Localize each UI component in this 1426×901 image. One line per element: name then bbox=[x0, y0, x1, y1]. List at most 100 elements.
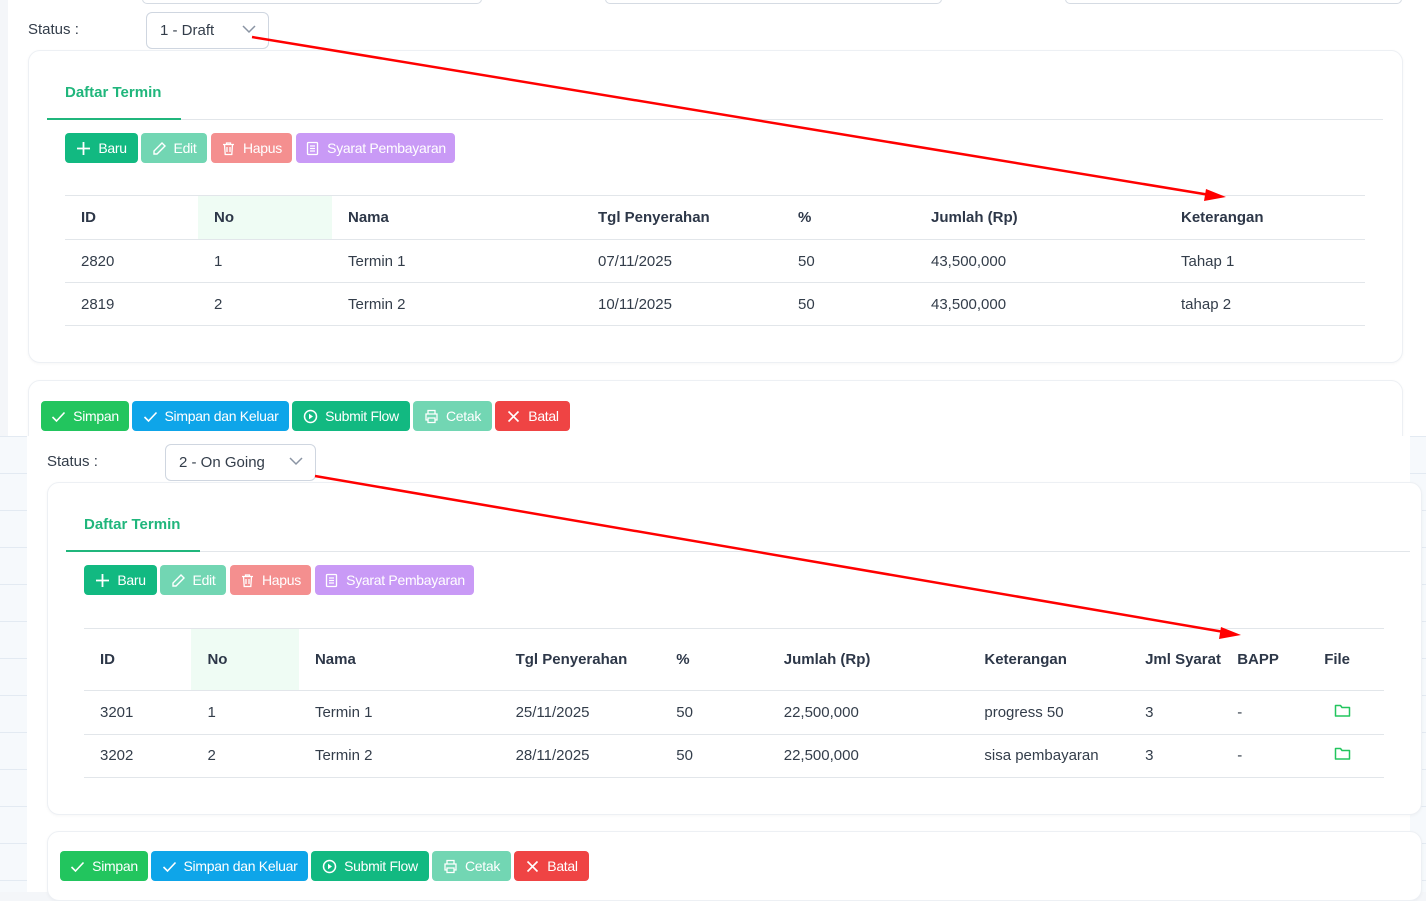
tab-daftar-termin[interactable]: Daftar Termin bbox=[65, 84, 161, 101]
file-cell bbox=[1308, 690, 1384, 735]
edit-button[interactable]: Edit bbox=[160, 565, 226, 595]
baru-button[interactable]: Baru bbox=[84, 565, 157, 595]
table-cell: Termin 2 bbox=[332, 282, 582, 326]
folder-icon[interactable] bbox=[1334, 746, 1351, 761]
trash-icon bbox=[223, 141, 234, 155]
termin-table: ID No Nama Tgl Penyerahan% Jumlah (Rp) Ketera… bbox=[84, 628, 1384, 778]
button-label: Submit Flow bbox=[344, 858, 418, 874]
hapus-button[interactable]: Hapus bbox=[211, 133, 292, 163]
table-row[interactable]: 2820 1 Termin 1 07/11/2025 50 43,500,000 Tahap… bbox=[65, 239, 1365, 283]
cetak-button[interactable]: Cetak bbox=[432, 851, 511, 881]
batal-button[interactable]: Batal bbox=[495, 401, 570, 431]
button-label: Syarat Pembayaran bbox=[346, 572, 465, 588]
hapus-button[interactable]: Hapus bbox=[230, 565, 311, 595]
table-header-row: ID No Nama Tgl Penyerahan% Jumlah (Rp) Ketera… bbox=[84, 628, 1384, 691]
column-header[interactable]: % bbox=[660, 628, 768, 691]
table-cell: sisa pembayaran bbox=[968, 734, 1130, 778]
column-header[interactable]: Jumlah (Rp) bbox=[767, 628, 969, 691]
status-value: 2 - On Going bbox=[179, 454, 265, 471]
check-icon bbox=[143, 411, 157, 422]
syarat-pembayaran-button[interactable]: Syarat Pembayaran bbox=[315, 565, 474, 595]
column-header[interactable]: Nama bbox=[298, 628, 500, 691]
close-icon bbox=[527, 860, 539, 872]
table-cell: 50 bbox=[660, 690, 768, 735]
plus-icon bbox=[96, 573, 110, 587]
edit-button[interactable]: Edit bbox=[141, 133, 207, 163]
column-header[interactable]: % bbox=[782, 195, 915, 240]
batal-button[interactable]: Batal bbox=[514, 851, 589, 881]
column-header[interactable]: No bbox=[191, 628, 299, 691]
button-label: Simpan bbox=[92, 858, 138, 874]
folder-icon[interactable] bbox=[1334, 703, 1351, 718]
input-field[interactable] bbox=[1065, 0, 1402, 4]
table-header-row: ID No Nama Tgl Penyerahan% Jumlah (Rp) Ketera… bbox=[65, 195, 1365, 240]
table-cell: 22,500,000 bbox=[767, 690, 969, 735]
table-cell: 50 bbox=[782, 239, 915, 283]
button-label: Cetak bbox=[445, 408, 482, 424]
baru-button[interactable]: Baru bbox=[65, 133, 138, 163]
submit-flow-button[interactable]: Submit Flow bbox=[311, 851, 429, 881]
status-select[interactable]: 2 - On Going bbox=[165, 444, 316, 481]
table-row[interactable]: 3201 1 Termin 1 25/11/2025 50 22,500,000 progr… bbox=[84, 690, 1384, 735]
button-label: Submit Flow bbox=[325, 408, 399, 424]
chevron-down-icon bbox=[289, 457, 303, 466]
table-cell: 1 bbox=[198, 239, 332, 283]
input-field[interactable] bbox=[605, 0, 942, 4]
table-row[interactable]: 3202 2 Termin 2 28/11/2025 50 22,500,000 sisa … bbox=[84, 734, 1384, 778]
column-header[interactable]: Jumlah (Rp) bbox=[915, 195, 1165, 240]
submit-flow-button[interactable]: Submit Flow bbox=[292, 401, 410, 431]
button-label: Edit bbox=[173, 140, 197, 156]
tab-active-indicator bbox=[66, 550, 200, 552]
document-icon bbox=[307, 141, 319, 155]
trash-icon bbox=[242, 573, 253, 587]
column-header[interactable]: Keterangan bbox=[968, 628, 1130, 691]
table-cell: 25/11/2025 bbox=[499, 690, 661, 735]
table-cell: 2820 bbox=[65, 239, 198, 283]
cetak-button[interactable]: Cetak bbox=[413, 401, 492, 431]
column-header[interactable]: No bbox=[198, 195, 332, 240]
column-header[interactable]: File bbox=[1308, 628, 1384, 691]
table-cell: 3201 bbox=[84, 690, 192, 735]
table-cell: Termin 2 bbox=[298, 734, 500, 778]
check-icon bbox=[71, 861, 85, 872]
printer-icon bbox=[444, 859, 457, 873]
status-value: 1 - Draft bbox=[160, 22, 215, 39]
table-cell: 43,500,000 bbox=[915, 282, 1165, 326]
play-circle-icon bbox=[303, 409, 318, 423]
column-header[interactable]: Tgl Penyerahan bbox=[582, 195, 782, 240]
column-header[interactable]: BAPP bbox=[1221, 628, 1309, 691]
column-header[interactable]: Keterangan bbox=[1165, 195, 1365, 240]
button-label: Hapus bbox=[243, 140, 282, 156]
column-header[interactable]: Jml Syarat bbox=[1129, 628, 1222, 691]
column-header[interactable]: ID bbox=[84, 628, 192, 691]
check-icon bbox=[162, 861, 176, 872]
simpan-dan-keluar-button[interactable]: Simpan dan Keluar bbox=[151, 851, 308, 881]
table-cell: progress 50 bbox=[968, 690, 1130, 735]
simpan-button[interactable]: Simpan bbox=[60, 851, 148, 881]
button-label: Simpan bbox=[73, 408, 119, 424]
table-cell: 1 bbox=[191, 690, 299, 735]
status-select[interactable]: 1 - Draft bbox=[146, 12, 269, 49]
table-cell: 10/11/2025 bbox=[582, 282, 782, 326]
table-cell: - bbox=[1221, 690, 1309, 735]
table-cell: 28/11/2025 bbox=[499, 734, 661, 778]
button-label: Baru bbox=[98, 140, 127, 156]
tab-divider bbox=[47, 119, 1383, 120]
tab-active-indicator bbox=[47, 118, 181, 120]
button-label: Simpan dan Keluar bbox=[183, 858, 298, 874]
simpan-dan-keluar-button[interactable]: Simpan dan Keluar bbox=[132, 401, 289, 431]
table-cell: - bbox=[1221, 734, 1309, 778]
table-cell: 50 bbox=[660, 734, 768, 778]
table-row[interactable]: 2819 2 Termin 2 10/11/2025 50 43,500,000 tahap… bbox=[65, 282, 1365, 326]
pencil-icon bbox=[152, 141, 166, 155]
table-cell: 43,500,000 bbox=[915, 239, 1165, 283]
table-cell: Termin 1 bbox=[298, 690, 500, 735]
column-header[interactable]: Nama bbox=[332, 195, 582, 240]
column-header[interactable]: Tgl Penyerahan bbox=[499, 628, 661, 691]
status-label: Status : bbox=[28, 21, 79, 38]
input-field[interactable] bbox=[142, 0, 482, 4]
simpan-button[interactable]: Simpan bbox=[41, 401, 129, 431]
tab-daftar-termin[interactable]: Daftar Termin bbox=[84, 516, 180, 533]
column-header[interactable]: ID bbox=[65, 195, 198, 240]
syarat-pembayaran-button[interactable]: Syarat Pembayaran bbox=[296, 133, 455, 163]
